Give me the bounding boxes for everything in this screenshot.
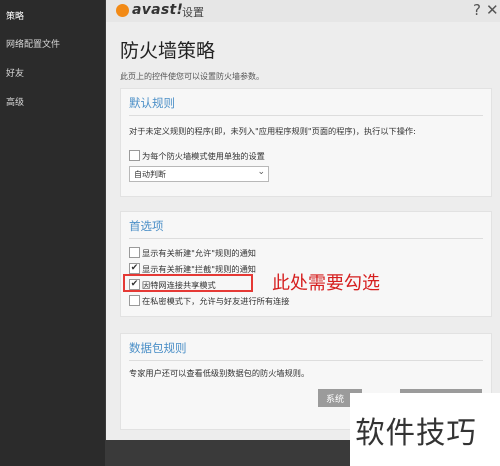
notify-allow-checkbox[interactable] <box>129 247 140 258</box>
watermark: 软件技巧 <box>350 393 500 466</box>
separate-settings-label: 为每个防火墙模式使用单独的设置 <box>142 151 265 161</box>
sidebar-item-advanced[interactable]: 高级 <box>6 95 24 108</box>
default-rules-section: 默认规则 对于未定义规则的程序(即，未列入"应用程序规则"页面的程序)，执行以下… <box>120 88 492 197</box>
sidebar-item-friends[interactable]: 好友 <box>6 66 24 79</box>
help-icon[interactable]: ? <box>473 1 481 19</box>
watermark-text: 软件技巧 <box>355 416 477 451</box>
left-sidebar: 策略 网络配置文件 好友 高级 <box>0 0 105 466</box>
page-description: 此页上的控件使您可以设置防火墙参数。 <box>120 72 264 81</box>
default-rules-title: 默认规则 <box>129 96 175 110</box>
highlight-box <box>123 274 253 292</box>
section-divider <box>129 115 483 116</box>
check-icon: ✔ <box>130 263 139 273</box>
preferences-section: 首选项 显示有关新建"允许"规则的通知 ✔ 显示有关新建"拦截"规则的通知 ✔ … <box>120 211 492 317</box>
default-rules-text: 对于未定义规则的程序(即，未列入"应用程序规则"页面的程序)，执行以下操作: <box>129 126 416 136</box>
page-title: 防火墙策略 <box>120 40 216 62</box>
notify-allow-label: 显示有关新建"允许"规则的通知 <box>142 248 256 258</box>
private-mode-label: 在私密模式下，允许与好友进行所有连接 <box>142 296 290 306</box>
notify-block-checkbox[interactable]: ✔ <box>129 263 140 274</box>
packet-rules-text: 专家用户还可以查看低级别数据包的防火墙规则。 <box>129 368 310 378</box>
preferences-title: 首选项 <box>129 219 164 233</box>
sidebar-item-network-profiles[interactable]: 网络配置文件 <box>6 37 60 50</box>
title-bar: avast! 设置 ? ✕ <box>106 0 500 22</box>
default-action-dropdown[interactable]: 自动判断 ⌄ <box>129 166 269 182</box>
section-divider <box>129 360 483 361</box>
dropdown-value: 自动判断 <box>134 170 166 179</box>
private-mode-checkbox[interactable] <box>129 295 140 306</box>
settings-dialog: avast! 设置 ? ✕ 防火墙策略 此页上的控件使您可以设置防火墙参数。 默… <box>106 0 500 440</box>
annotation-text: 此处需要勾选 <box>272 273 380 294</box>
separate-settings-checkbox[interactable] <box>129 150 140 161</box>
chevron-down-icon: ⌄ <box>257 167 265 177</box>
packet-rules-title: 数据包规则 <box>129 341 187 355</box>
section-divider <box>129 238 483 239</box>
logo-text: avast! <box>132 2 184 18</box>
avast-logo-icon <box>116 4 129 17</box>
sidebar-item-policy[interactable]: 策略 <box>0 5 61 23</box>
window-title: 设置 <box>182 6 204 19</box>
close-icon[interactable]: ✕ <box>486 1 499 19</box>
